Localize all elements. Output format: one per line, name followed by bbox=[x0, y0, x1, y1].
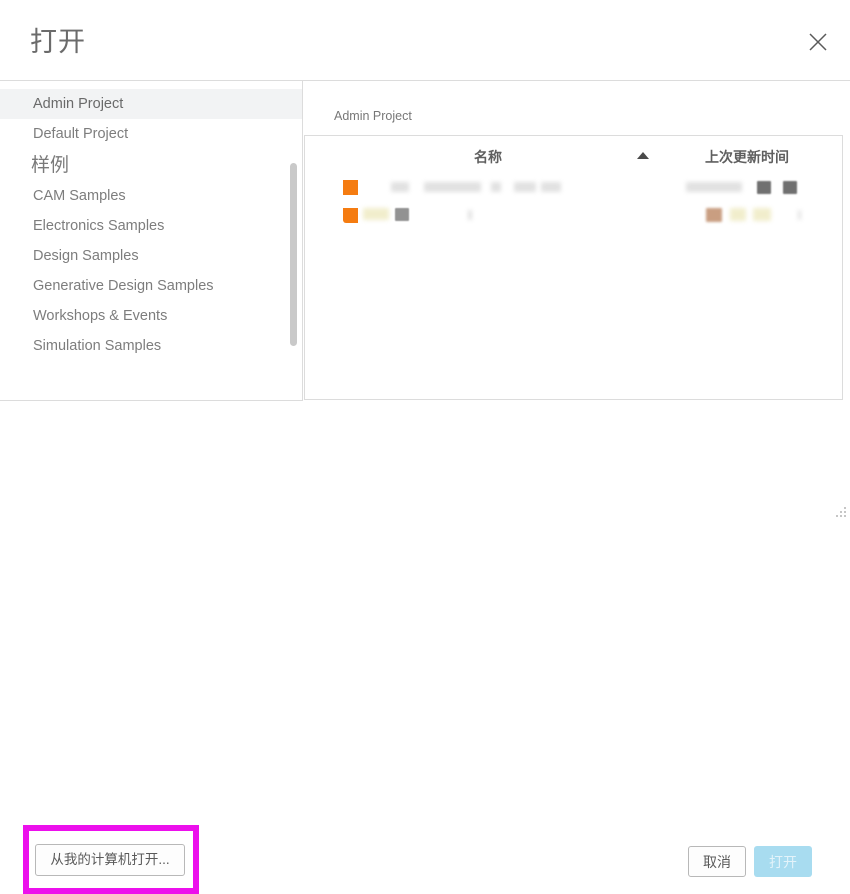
row-date-redacted bbox=[730, 208, 746, 221]
page-title: 打开 bbox=[30, 27, 86, 57]
column-header-last-updated[interactable]: 上次更新时间 bbox=[705, 147, 789, 167]
open-dialog: 打开 Admin Project Default Project 样例 CAM … bbox=[0, 0, 850, 894]
row-name-redacted bbox=[391, 182, 409, 192]
row-name-redacted bbox=[491, 182, 501, 192]
row-date-redacted bbox=[783, 181, 797, 194]
folder-icon bbox=[343, 180, 358, 195]
table-row[interactable] bbox=[305, 174, 842, 202]
cancel-button[interactable]: 取消 bbox=[688, 846, 746, 877]
sort-ascending-icon[interactable] bbox=[637, 152, 649, 159]
resize-grip[interactable] bbox=[835, 507, 847, 519]
row-name-redacted bbox=[424, 182, 481, 192]
sidebar-scrollbar-thumb[interactable] bbox=[290, 163, 297, 346]
sidebar-item-design-samples[interactable]: Design Samples bbox=[0, 241, 302, 271]
row-date-redacted bbox=[706, 208, 722, 222]
file-table: 名称 上次更新时间 bbox=[304, 135, 843, 400]
sidebar-item-default-project[interactable]: Default Project bbox=[0, 119, 302, 149]
row-name-redacted bbox=[514, 182, 536, 192]
row-name-redacted bbox=[468, 210, 472, 220]
row-date-redacted bbox=[757, 181, 771, 194]
dialog-footer: 从我的计算机打开... 取消 打开 bbox=[0, 401, 850, 894]
dialog-header: 打开 bbox=[0, 0, 850, 81]
sidebar-item-simulation-samples[interactable]: Simulation Samples bbox=[0, 331, 302, 361]
sidebar-item-admin-project[interactable]: Admin Project bbox=[0, 89, 302, 119]
breadcrumb[interactable]: Admin Project bbox=[334, 109, 412, 123]
sidebar-section-samples: 样例 bbox=[31, 155, 70, 176]
table-header: 名称 上次更新时间 bbox=[305, 136, 842, 174]
sidebar-item-cam-samples[interactable]: CAM Samples bbox=[0, 181, 302, 211]
folder-icon bbox=[343, 208, 358, 223]
sidebar-item-workshops-events[interactable]: Workshops & Events bbox=[0, 301, 302, 331]
sidebar-scrollbar[interactable] bbox=[290, 81, 297, 400]
sidebar-list: Admin Project Default Project 样例 CAM Sam… bbox=[0, 89, 302, 361]
row-date-redacted bbox=[798, 210, 801, 220]
project-sidebar: Admin Project Default Project 样例 CAM Sam… bbox=[0, 81, 303, 401]
row-name-redacted bbox=[541, 182, 561, 192]
table-row[interactable] bbox=[305, 202, 842, 230]
column-header-name[interactable]: 名称 bbox=[474, 147, 502, 167]
sidebar-item-generative-design-samples[interactable]: Generative Design Samples bbox=[0, 271, 302, 301]
row-name-redacted bbox=[363, 208, 389, 220]
sidebar-item-electronics-samples[interactable]: Electronics Samples bbox=[0, 211, 302, 241]
open-from-computer-button[interactable]: 从我的计算机打开... bbox=[35, 844, 185, 876]
open-button[interactable]: 打开 bbox=[754, 846, 812, 877]
breadcrumb-bar: Admin Project bbox=[303, 81, 850, 136]
row-date-redacted bbox=[686, 182, 742, 192]
close-icon[interactable] bbox=[807, 31, 829, 53]
row-name-redacted bbox=[395, 208, 409, 221]
row-date-redacted bbox=[753, 208, 771, 221]
main-panel: Admin Project 名称 上次更新时间 bbox=[303, 81, 850, 401]
